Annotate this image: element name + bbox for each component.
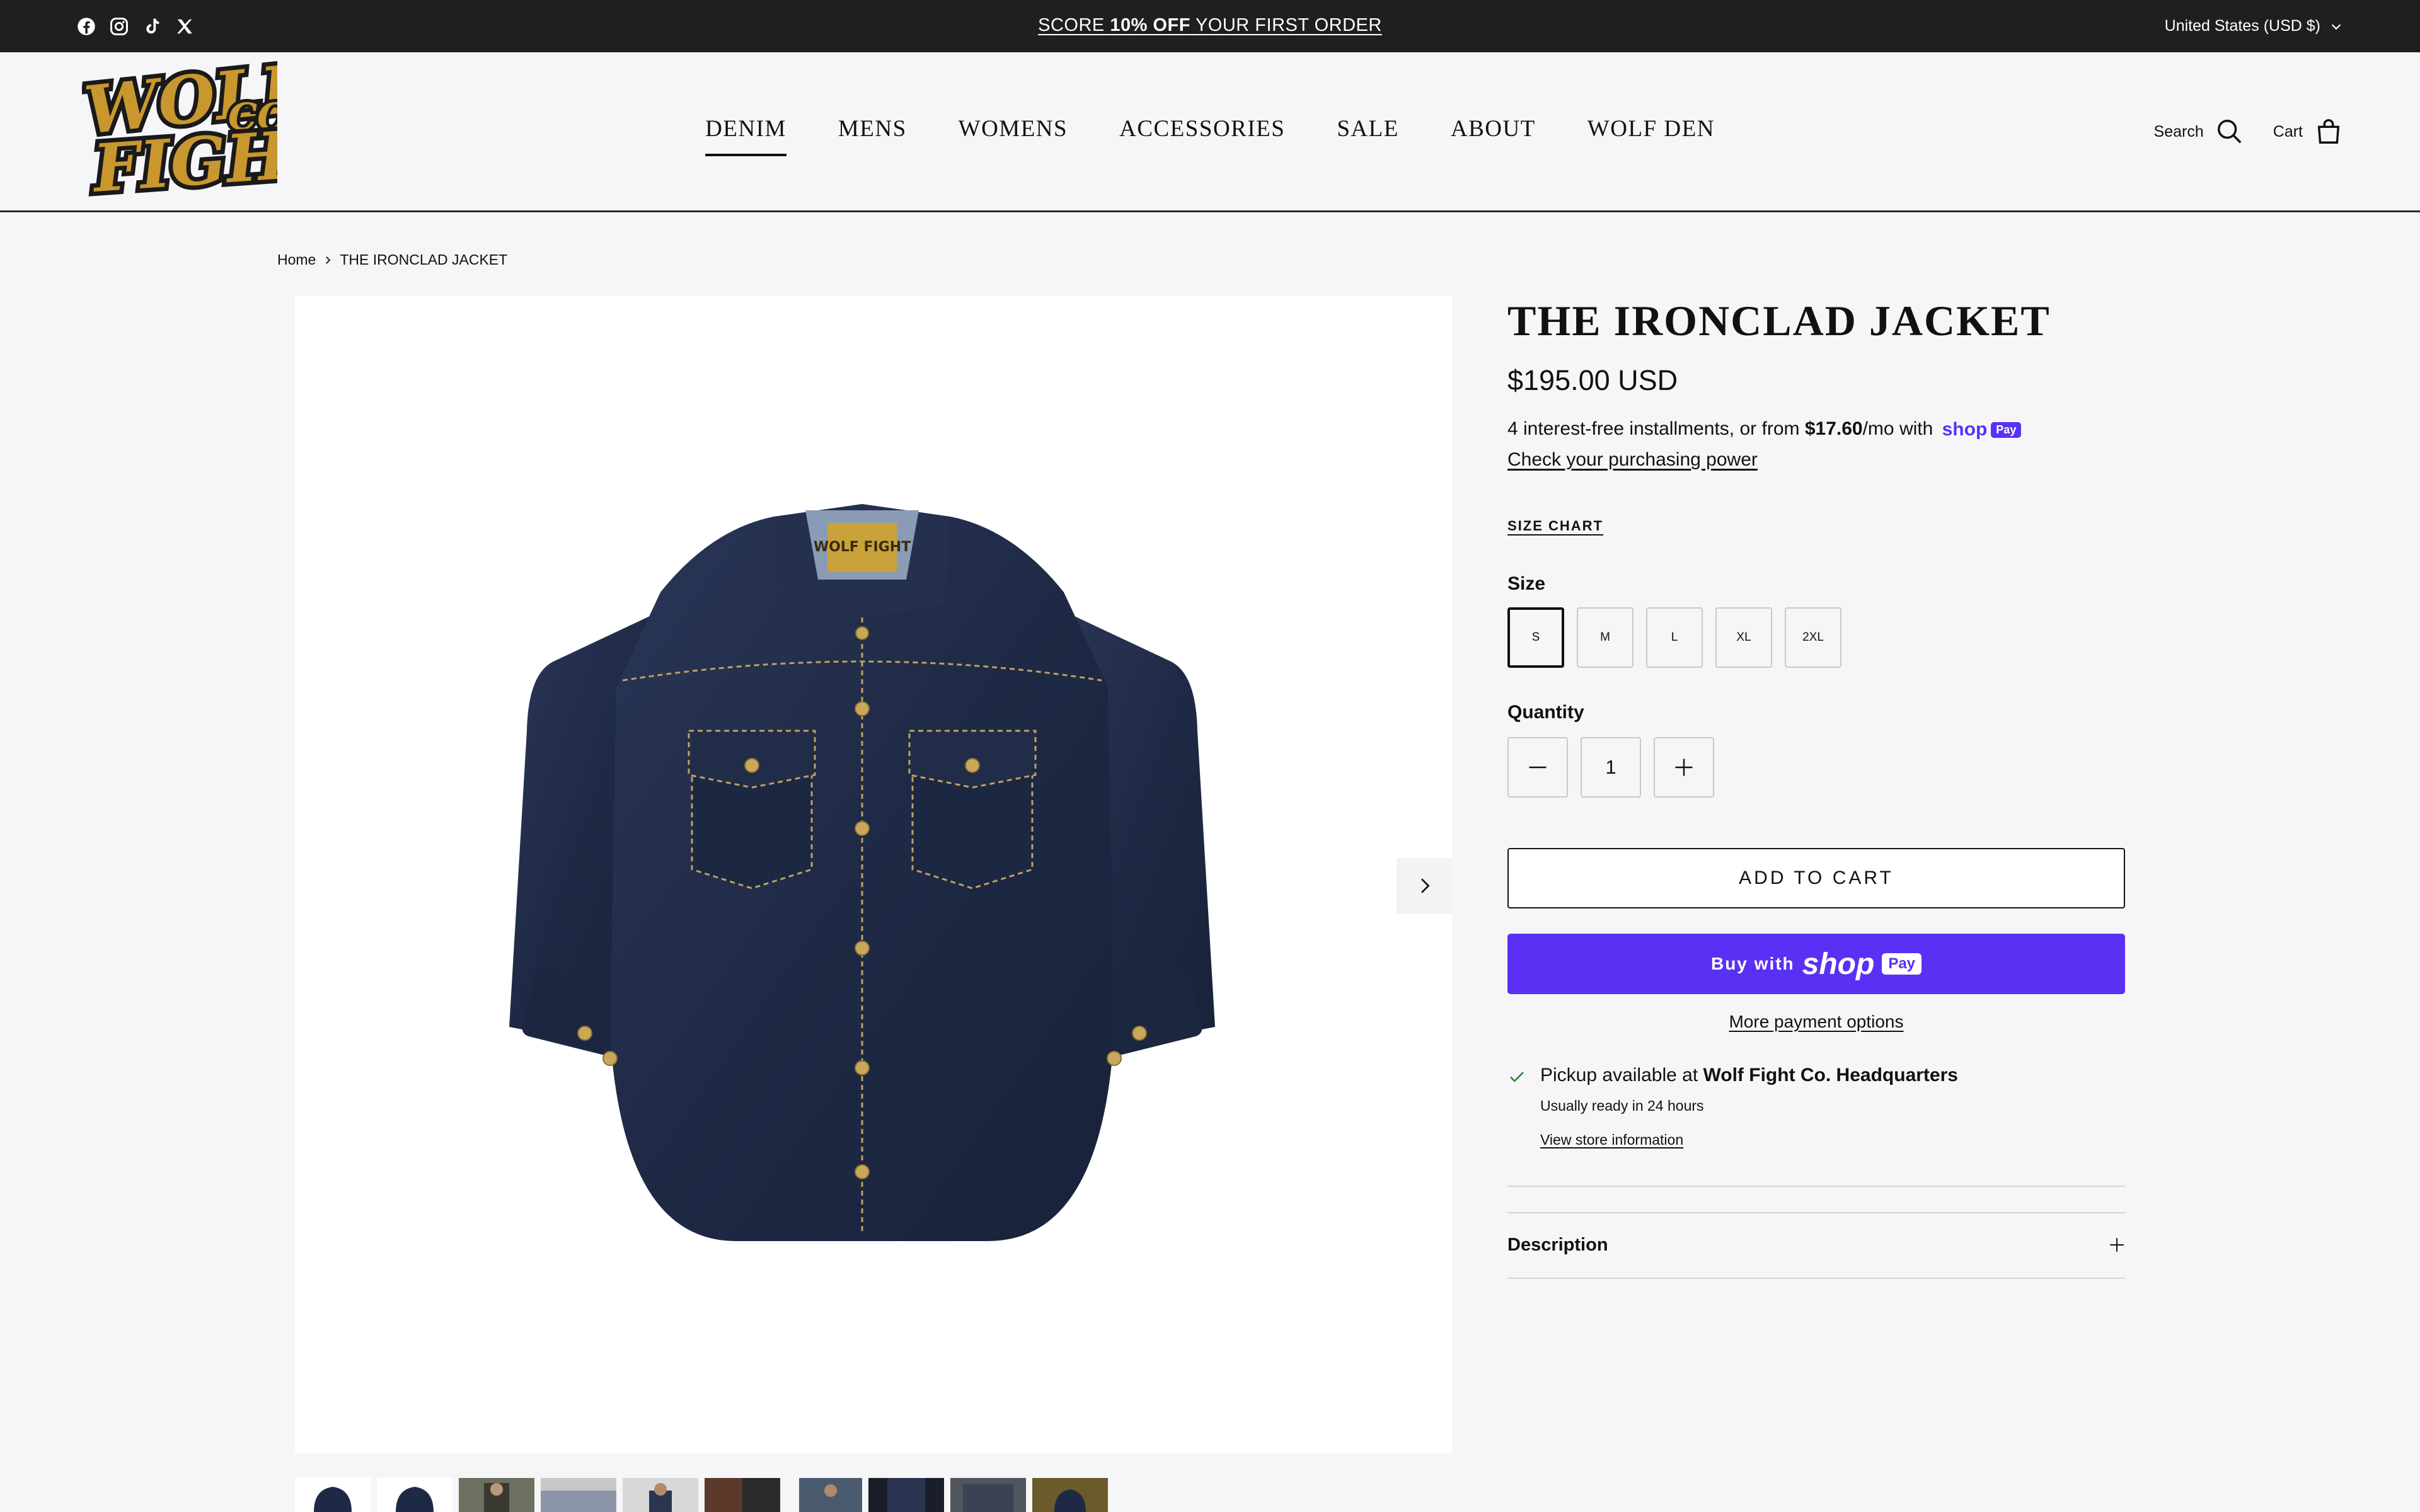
divider [1507,1278,2125,1279]
cart-label: Cart [2273,122,2303,140]
shop-pay-logo: shop Pay [1942,419,2022,440]
size-chart-link[interactable]: SIZE CHART [1507,518,1603,534]
pickup-ready-time: Usually ready in 24 hours [1540,1097,1704,1114]
breadcrumb-current: THE IRONCLAD JACKET [340,251,508,268]
pickup-text: Pickup available at Wolf Fight Co. Headq… [1540,1065,1958,1086]
promo-prefix: SCORE [1038,15,1110,35]
shop-pay-wordmark: shop [1942,419,1988,440]
product-title: THE IRONCLAD JACKET [1507,297,2051,345]
nav-wolf-den[interactable]: WOLF DEN [1587,115,1715,156]
installments-text: 4 interest-free installments, or from $1… [1507,418,2022,440]
divider [1507,1186,2125,1187]
pickup-prefix: Pickup available at [1540,1065,1703,1085]
shop-pay-wordmark: shop [1802,947,1875,981]
gallery-next-button[interactable] [1397,858,1452,914]
installments-prefix: 4 interest-free installments, or from [1507,418,1805,439]
header-actions: Search Cart [2154,117,2343,146]
thumbnail[interactable] [786,1478,862,1512]
thumbnail[interactable] [623,1478,698,1512]
nav-about[interactable]: ABOUT [1451,115,1536,156]
installments-suffix: /mo with [1862,418,1939,439]
thumbnail[interactable] [541,1478,616,1512]
size-option-xl[interactable]: XL [1715,607,1772,668]
nav-accessories[interactable]: ACCESSORIES [1119,115,1285,156]
announcement-bar: SCORE 10% OFF YOUR FIRST ORDER United St… [0,0,2420,52]
breadcrumb-home[interactable]: Home [277,251,316,268]
search-button[interactable]: Search [2154,117,2244,146]
size-option-2xl[interactable]: 2XL [1785,607,1841,668]
promo-discount: 10% OFF [1110,15,1190,35]
shopping-bag-icon [2314,117,2343,146]
thumbnail[interactable] [950,1478,1026,1512]
quantity-increase-button[interactable] [1654,737,1714,798]
nav-denim[interactable]: DENIM [705,115,786,156]
thumbnail[interactable] [377,1478,452,1512]
search-icon [2215,117,2244,146]
shop-pay-badge: Pay [1882,953,1922,975]
promo-suffix: YOUR FIRST ORDER [1190,15,1382,35]
jacket-label-text: WOLF FIGHT [814,539,911,555]
add-to-cart-button[interactable]: ADD TO CART [1507,848,2125,908]
thumbnail[interactable] [459,1478,534,1512]
checkmark-icon [1507,1067,1526,1086]
view-store-information-link[interactable]: View store information [1540,1131,1683,1148]
plus-icon [2109,1237,2125,1253]
chevron-right-icon [1414,876,1434,896]
description-accordion[interactable]: Description [1507,1212,2125,1278]
chevron-right-icon [322,255,333,266]
nav-womens[interactable]: WOMENS [959,115,1068,156]
thumbnail[interactable] [705,1478,780,1512]
plus-icon [1673,756,1695,779]
size-option-s[interactable]: S [1507,607,1564,668]
shop-pay-badge: Pay [1991,421,2022,438]
size-options: S M L XL 2XL [1507,607,1841,668]
product-price: $195.00 USD [1507,364,1678,396]
description-label: Description [1507,1234,1608,1255]
main-nav: DENIM MENS WOMENS ACCESSORIES SALE ABOUT… [0,115,2420,156]
site-header: WOLF WOLF CO CO FIGHT FIGHT DENIM MENS W… [0,44,2420,212]
country-selector[interactable]: United States (USD $) [2165,17,2343,35]
nav-mens[interactable]: MENS [838,115,907,156]
search-label: Search [2153,122,2204,140]
thumbnail[interactable] [295,1478,371,1512]
thumbnail[interactable] [868,1478,944,1512]
promo-link[interactable]: SCORE 10% OFF YOUR FIRST ORDER [0,15,2420,36]
pickup-location: Wolf Fight Co. Headquarters [1703,1065,1958,1085]
quantity-stepper: 1 [1507,737,1714,798]
buy-with-label: Buy with [1710,954,1795,973]
minus-icon [1526,756,1549,779]
chevron-down-icon [2329,20,2343,33]
check-purchasing-power-link[interactable]: Check your purchasing power [1507,449,1758,471]
size-option-l[interactable]: L [1646,607,1703,668]
buy-with-shop-pay-button[interactable]: Buy with shop Pay [1507,934,2125,994]
more-payment-options-link[interactable]: More payment options [1507,1012,2125,1032]
product-gallery[interactable]: WOLF FIGHT [295,296,1452,1453]
size-label: Size [1507,573,1546,594]
product-image-jacket: WOLF FIGHT [509,504,1215,1241]
nav-sale[interactable]: SALE [1337,115,1399,156]
quantity-label: Quantity [1507,702,1584,723]
thumbnail[interactable] [1032,1478,1108,1512]
installments-amount: $17.60 [1804,418,1863,439]
breadcrumb: Home THE IRONCLAD JACKET [277,251,507,268]
quantity-decrease-button[interactable] [1507,737,1568,798]
gallery-thumbnails [295,1478,1108,1512]
country-label: United States (USD $) [2164,17,2320,35]
size-option-m[interactable]: M [1577,607,1634,668]
quantity-input[interactable]: 1 [1581,737,1641,798]
cart-button[interactable]: Cart [2273,117,2343,146]
